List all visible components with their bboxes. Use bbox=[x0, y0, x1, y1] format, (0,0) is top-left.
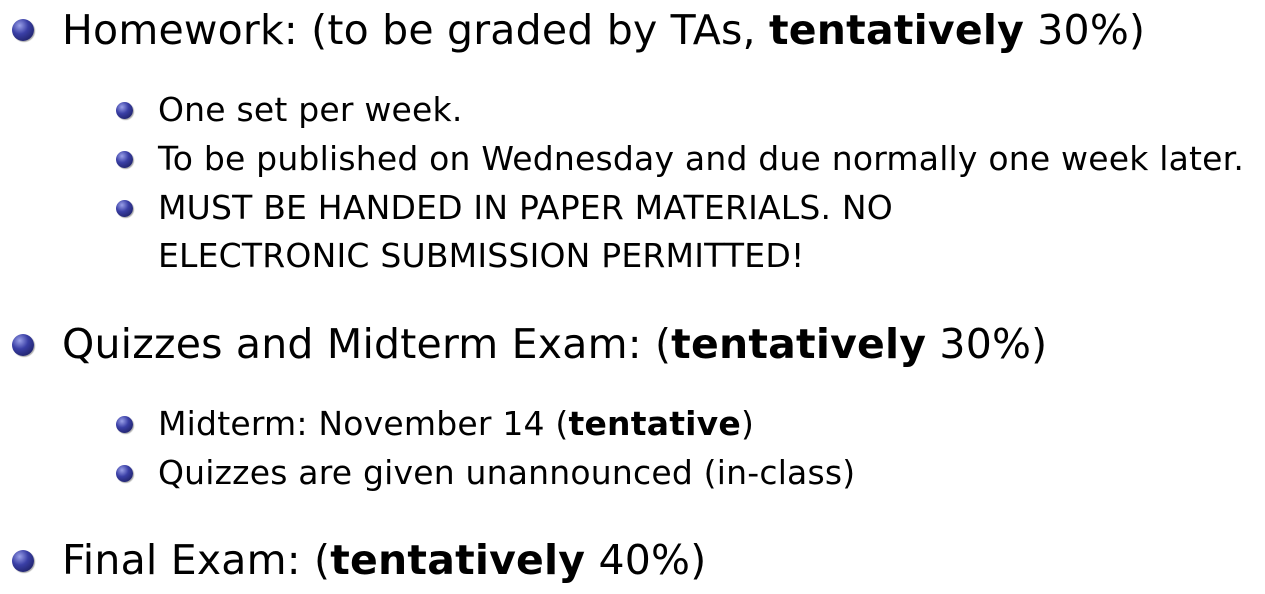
quizzes-line: Quizzes are given unannounced (in-class) bbox=[158, 453, 856, 492]
ball-bullet-icon bbox=[12, 334, 34, 356]
small-ball-bullet-icon bbox=[116, 416, 133, 433]
quizzes-heading: Quizzes and Midterm Exam: (tentatively 3… bbox=[62, 324, 1047, 365]
midterm-tail: ) bbox=[740, 404, 755, 443]
ball-bullet-icon bbox=[12, 550, 34, 572]
small-ball-bullet-icon bbox=[116, 102, 133, 119]
quizzes-emph: tentatively bbox=[671, 320, 927, 368]
final-emph: tentatively bbox=[330, 536, 586, 584]
homework-lead: Homework: (to be graded by TAs, bbox=[62, 6, 769, 54]
slide: Homework: (to be graded by TAs, tentativ… bbox=[0, 0, 1265, 594]
final-heading: Final Exam: (tentatively 40%) bbox=[62, 540, 706, 581]
quizzes-lead: Quizzes and Midterm Exam: ( bbox=[62, 320, 672, 368]
homework-sub-2: To be published on Wednesday and due nor… bbox=[158, 139, 1245, 178]
quizzes-tail: 30%) bbox=[926, 320, 1048, 368]
homework-sub-3-line-1: MUST BE HANDED IN PAPER MATERIALS. NO bbox=[158, 188, 893, 227]
homework-sub-3-line-2: ELECTRONIC SUBMISSION PERMITTED! bbox=[158, 236, 805, 275]
ball-bullet-icon bbox=[12, 19, 34, 41]
midterm-lead: Midterm: November 14 ( bbox=[158, 404, 569, 443]
final-tail: 40%) bbox=[585, 536, 707, 584]
small-ball-bullet-icon bbox=[116, 465, 133, 482]
midterm-emph: tentative bbox=[568, 404, 741, 443]
homework-sub-1: One set per week. bbox=[158, 90, 463, 129]
homework-tail: 30%) bbox=[1024, 6, 1146, 54]
final-lead: Final Exam: ( bbox=[62, 536, 331, 584]
midterm-line: Midterm: November 14 (tentative) bbox=[158, 407, 754, 440]
homework-heading: Homework: (to be graded by TAs, tentativ… bbox=[62, 10, 1145, 51]
homework-emph: tentatively bbox=[768, 6, 1025, 54]
small-ball-bullet-icon bbox=[116, 200, 133, 217]
small-ball-bullet-icon bbox=[116, 151, 133, 168]
